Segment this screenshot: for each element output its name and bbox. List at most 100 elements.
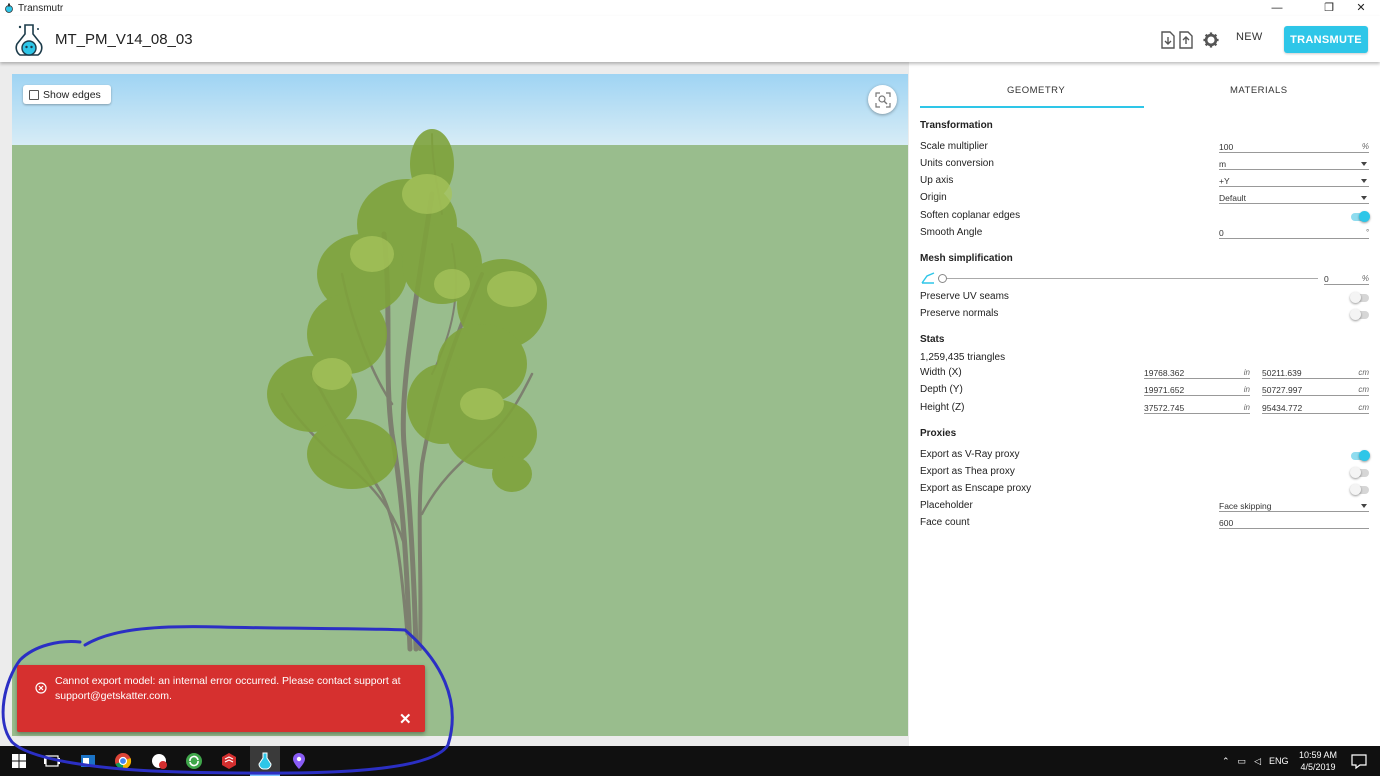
units-conversion-value: m: [1219, 159, 1227, 169]
network-icon[interactable]: ▭: [1238, 756, 1247, 767]
up-axis-select[interactable]: +Y: [1219, 176, 1369, 187]
cm-unit: cm: [1358, 385, 1369, 394]
minimize-button[interactable]: —: [1262, 0, 1292, 16]
mesh-simplification-slider-handle[interactable]: [938, 274, 947, 283]
soften-edges-switch[interactable]: [1351, 211, 1370, 222]
origin-value: Default: [1219, 193, 1246, 203]
mesh-simplification-input[interactable]: 0 %: [1324, 274, 1369, 285]
transmutr-logo: [15, 24, 43, 56]
width-in-field: 19768.362 in: [1144, 368, 1250, 379]
vray-proxy-label: Export as V-Ray proxy: [920, 449, 1020, 460]
app-badge-icon[interactable]: [150, 752, 168, 770]
mesh-simplification-value: 0: [1324, 274, 1329, 284]
window-titlebar: Transmutr — ❐ ✕: [0, 0, 1380, 16]
units-conversion-label: Units conversion: [920, 158, 994, 169]
gear-icon[interactable]: [1203, 31, 1219, 49]
placeholder-select[interactable]: Face skipping: [1219, 501, 1369, 512]
show-edges-toggle[interactable]: Show edges: [23, 85, 111, 104]
transmute-button[interactable]: TRANSMUTE: [1284, 26, 1368, 53]
cm-unit: cm: [1358, 403, 1369, 412]
smooth-angle-input[interactable]: 0 °: [1219, 228, 1369, 239]
maps-icon[interactable]: [290, 752, 308, 770]
import-file-icon[interactable]: [1160, 31, 1176, 49]
clock-time: 10:59 AM: [1298, 750, 1338, 760]
export-file-icon[interactable]: [1178, 31, 1194, 49]
taskbar-clock[interactable]: 10:59 AM 4/5/2019: [1290, 749, 1346, 773]
cm-unit: cm: [1358, 368, 1369, 377]
smooth-angle-unit: °: [1365, 228, 1369, 237]
height-label: Height (Z): [920, 402, 965, 413]
width-cm-value: 50211.639: [1262, 368, 1302, 378]
close-notification-button[interactable]: ✕: [399, 710, 412, 728]
settings-panel: GEOMETRY MATERIALS Transformation Scale …: [909, 62, 1380, 746]
width-label: Width (X): [920, 367, 962, 378]
restore-button[interactable]: ❐: [1314, 0, 1344, 16]
face-count-value: 600: [1219, 518, 1234, 528]
mesh-simplification-slider-track[interactable]: [943, 278, 1318, 279]
soften-edges-label: Soften coplanar edges: [920, 210, 1021, 221]
transformation-title: Transformation: [920, 120, 993, 131]
tab-geometry[interactable]: GEOMETRY: [1007, 85, 1065, 96]
enscape-proxy-switch[interactable]: [1350, 484, 1369, 495]
scale-unit: %: [1361, 142, 1369, 151]
project-title: MT_PM_V14_08_03: [55, 31, 193, 48]
sketchup-icon[interactable]: [220, 752, 238, 770]
inch-unit: in: [1243, 403, 1250, 412]
new-button[interactable]: NEW: [1236, 31, 1263, 43]
chevron-up-icon[interactable]: ⌃: [1222, 756, 1230, 767]
mesh-simplification-unit: %: [1361, 274, 1369, 283]
width-cm-field: 50211.639 cm: [1262, 368, 1369, 379]
height-cm-value: 95434.772: [1262, 403, 1303, 413]
preserve-uv-label: Preserve UV seams: [920, 291, 1009, 302]
height-in-value: 37572.745: [1144, 403, 1185, 413]
app-header: MT_PM_V14_08_03 NEW TRANSMUTE: [0, 16, 1380, 62]
face-count-input[interactable]: 600: [1219, 518, 1369, 529]
transmutr-icon[interactable]: [256, 752, 274, 770]
depth-label: Depth (Y): [920, 384, 963, 395]
window-title: Transmutr: [18, 2, 64, 14]
height-cm-field: 95434.772 cm: [1262, 403, 1369, 414]
show-edges-label: Show edges: [43, 88, 101, 101]
tree-model: [267, 129, 547, 652]
stats-title: Stats: [920, 334, 945, 345]
scale-multiplier-input[interactable]: 100 %: [1219, 142, 1369, 153]
close-window-button[interactable]: ✕: [1346, 0, 1376, 16]
error-message: Cannot export model: an internal error o…: [55, 675, 401, 702]
width-in-value: 19768.362: [1144, 368, 1185, 378]
volume-icon[interactable]: ◁: [1254, 756, 1261, 767]
depth-cm-value: 50727.997: [1262, 385, 1303, 395]
smooth-angle-value: 0: [1219, 228, 1224, 238]
up-axis-label: Up axis: [920, 175, 954, 186]
windows-start-icon[interactable]: [10, 752, 28, 770]
mesh-simplification-title: Mesh simplification: [920, 253, 1013, 264]
tab-materials[interactable]: MATERIALS: [1230, 85, 1288, 96]
chrome-icon[interactable]: [114, 752, 132, 770]
error-notification: Cannot export model: an internal error o…: [17, 665, 425, 732]
preserve-uv-switch[interactable]: [1350, 292, 1369, 303]
chevron-down-icon: [1361, 504, 1367, 508]
outlook-icon[interactable]: [79, 752, 97, 770]
origin-select[interactable]: Default: [1219, 193, 1369, 204]
system-tray: ⌃ ▭ ◁ ENG: [1222, 746, 1289, 776]
sync-icon[interactable]: [185, 752, 203, 770]
3d-viewport[interactable]: Show edges: [12, 74, 908, 736]
zoom-extents-button[interactable]: [868, 85, 897, 114]
chevron-down-icon: [1361, 162, 1367, 166]
origin-label: Origin: [920, 192, 947, 203]
language-indicator[interactable]: ENG: [1269, 756, 1289, 766]
vray-proxy-switch[interactable]: [1351, 450, 1370, 461]
thea-proxy-label: Export as Thea proxy: [920, 466, 1015, 477]
up-axis-value: +Y: [1219, 176, 1230, 186]
units-conversion-select[interactable]: m: [1219, 159, 1369, 170]
depth-cm-field: 50727.997 cm: [1262, 385, 1369, 396]
scale-multiplier-value: 100: [1219, 142, 1234, 152]
clock-date: 4/5/2019: [1300, 762, 1336, 772]
proxies-title: Proxies: [920, 428, 957, 439]
task-view-icon[interactable]: [43, 752, 61, 770]
thea-proxy-switch[interactable]: [1350, 467, 1369, 478]
chevron-down-icon: [1361, 196, 1367, 200]
placeholder-label: Placeholder: [920, 500, 973, 511]
preserve-normals-switch[interactable]: [1350, 309, 1369, 320]
notification-icon[interactable]: [1350, 752, 1368, 770]
show-edges-checkbox[interactable]: [29, 89, 39, 100]
